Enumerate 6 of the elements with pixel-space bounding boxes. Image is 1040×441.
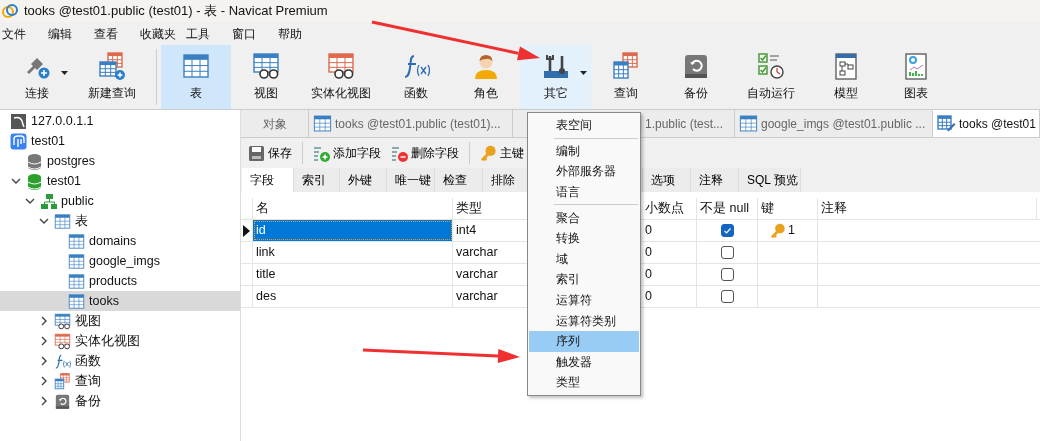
column-header: 名 <box>253 198 453 219</box>
column-header: 不是 null <box>697 198 758 219</box>
key-number: 1 <box>788 222 795 240</box>
column-header: 注释 <box>818 198 1037 219</box>
window-title: tooks @test01.public (test01) - 表 - Navicat Premium <box>24 2 328 21</box>
column-header: 键 <box>758 198 818 219</box>
